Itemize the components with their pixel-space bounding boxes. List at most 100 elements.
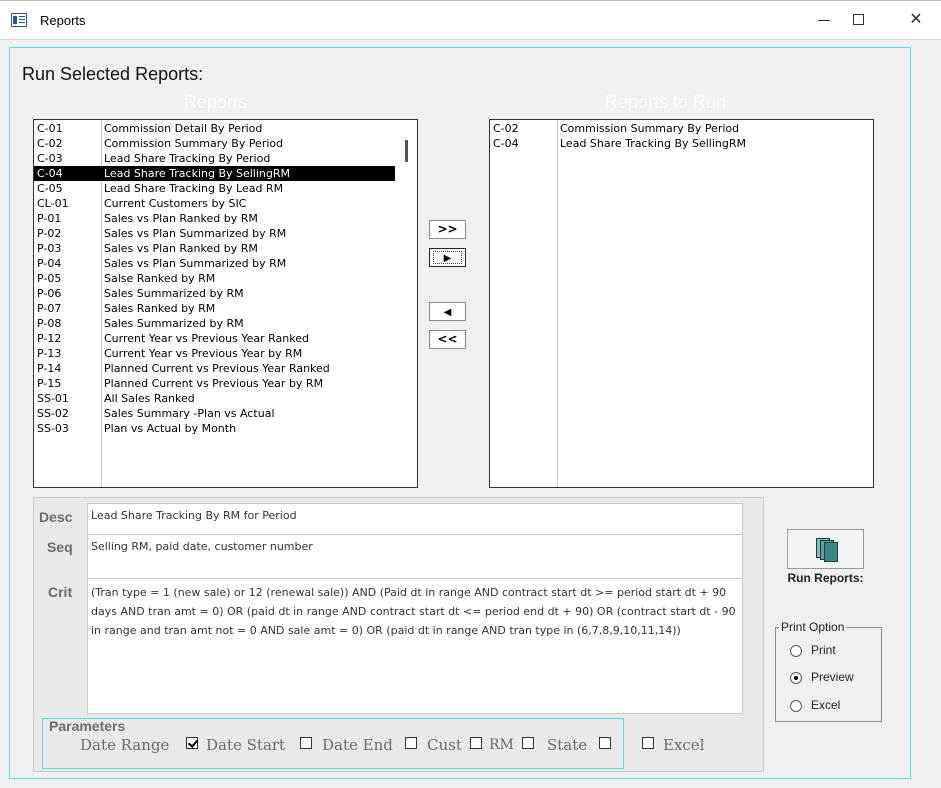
report-code: P-04 [37, 257, 62, 270]
state-checkbox[interactable] [599, 737, 611, 749]
run-reports-button[interactable] [787, 529, 864, 569]
list-item[interactable]: P-01 Sales vs Plan Ranked by RM [34, 211, 395, 226]
report-name: Planned Current vs Previous Year Ranked [104, 362, 330, 375]
reports-icon [816, 538, 840, 562]
list-item[interactable]: SS-02 Sales Summary -Plan vs Actual [34, 406, 395, 421]
report-code: P-12 [37, 332, 62, 345]
reports-to-run-column-title: Reports to Run [605, 92, 727, 112]
list-item[interactable]: P-05 Salse Ranked by RM [34, 271, 395, 286]
crit-value: (Tran type = 1 (new sale) or 12 (renewal… [91, 586, 736, 637]
list-item[interactable]: P-02 Sales vs Plan Summarized by RM [34, 226, 395, 241]
report-name: Sales Summary -Plan vs Actual [104, 407, 275, 420]
report-name: Sales Summarized by RM [104, 287, 244, 300]
list-item[interactable]: C-05 Lead Share Tracking By Lead RM [34, 181, 395, 196]
date-start-checkbox[interactable] [300, 737, 312, 749]
crit-field[interactable]: (Tran type = 1 (new sale) or 12 (renewal… [87, 578, 743, 714]
date-end-checkbox[interactable] [405, 737, 417, 749]
seq-field[interactable]: Selling RM, paid date, customer number [87, 534, 743, 579]
report-name: Sales Summarized by RM [104, 317, 244, 330]
report-code: SS-02 [37, 407, 69, 420]
remove-all-button[interactable]: << [429, 330, 466, 349]
list-item[interactable]: SS-03 Plan vs Actual by Month [34, 421, 395, 436]
rm-label: RM [489, 737, 514, 753]
scrollbar[interactable] [395, 120, 417, 487]
minimize-button[interactable] [813, 9, 837, 31]
report-name: Lead Share Tracking By Lead RM [104, 182, 284, 195]
date-range-label: Date Range [80, 736, 170, 754]
report-name: Plan vs Actual by Month [104, 422, 237, 435]
report-code: P-14 [37, 362, 62, 375]
report-code: C-02 [37, 137, 63, 150]
desc-label: Desc [39, 509, 73, 525]
state-label: State [547, 736, 588, 754]
reports-listbox[interactable]: C-01 Commission Detail By Period C-02 Commi… [33, 119, 418, 488]
add-selected-button[interactable]: ▶ [429, 248, 466, 267]
maximize-button[interactable] [848, 9, 872, 31]
list-item[interactable]: P-08 Sales Summarized by RM [34, 316, 395, 331]
excel-checkbox[interactable] [642, 737, 654, 749]
crit-label: Crit [48, 584, 73, 600]
list-item[interactable]: P-04 Sales vs Plan Summarized by RM [34, 256, 395, 271]
print-option-legend: Print Option [779, 620, 847, 634]
report-code: C-02 [493, 122, 519, 135]
date-range-checkbox[interactable] [186, 737, 198, 749]
print-radio-label: Print [811, 643, 836, 657]
window-title: Reports [40, 13, 86, 28]
list-item[interactable]: P-13 Current Year vs Previous Year by RM [34, 346, 395, 361]
cust-checkbox[interactable] [470, 737, 482, 749]
print-radio[interactable] [790, 645, 802, 657]
preview-radio-label: Preview [811, 670, 854, 684]
date-end-label: Date End [322, 736, 393, 754]
rm-checkbox[interactable] [522, 737, 534, 749]
list-item[interactable]: P-06 Sales Summarized by RM [34, 286, 395, 301]
list-item[interactable]: C-02 Commission Summary By Period [490, 121, 873, 136]
arrow-left-icon: ◀ [443, 307, 452, 318]
report-code: SS-01 [37, 392, 69, 405]
report-code: C-04 [493, 137, 519, 150]
preview-radio[interactable] [790, 672, 802, 684]
scrollbar-thumb[interactable] [405, 140, 408, 162]
report-code: P-13 [37, 347, 62, 360]
report-name: Commission Summary By Period [104, 137, 284, 150]
report-name: Current Year vs Previous Year Ranked [104, 332, 309, 345]
arrow-right-icon: ▶ [443, 253, 452, 264]
close-button[interactable]: ✕ [904, 9, 928, 31]
seq-value: Selling RM, paid date, customer number [91, 540, 313, 553]
list-item[interactable]: C-03 Lead Share Tracking By Period [34, 151, 395, 166]
report-code: C-03 [37, 152, 63, 165]
page-title: Run Selected Reports: [22, 64, 204, 84]
seq-label: Seq [47, 539, 73, 555]
reports-to-run-listbox[interactable]: C-02 Commission Summary By Period C-04 Lead… [489, 119, 874, 488]
excel-radio-label: Excel [811, 698, 841, 712]
report-code: C-01 [37, 122, 63, 135]
title-bar: Reports ✕ [0, 0, 941, 40]
list-item[interactable]: SS-01 All Sales Ranked [34, 391, 395, 406]
remove-selected-button[interactable]: ◀ [429, 302, 466, 321]
desc-value: Lead Share Tracking By RM for Period [91, 509, 297, 522]
add-all-button[interactable]: >> [429, 220, 466, 239]
report-name: Lead Share Tracking By SellingRM [560, 137, 747, 150]
list-item[interactable]: C-02 Commission Summary By Period [34, 136, 395, 151]
list-item[interactable]: P-12 Current Year vs Previous Year Ranked [34, 331, 395, 346]
run-reports-label: Run Reports: [787, 571, 864, 585]
report-code: P-06 [37, 287, 62, 300]
report-code: P-02 [37, 227, 62, 240]
list-item[interactable]: P-03 Sales vs Plan Ranked by RM [34, 241, 395, 256]
excel-radio[interactable] [790, 700, 802, 712]
list-item[interactable]: P-07 Sales Ranked by RM [34, 301, 395, 316]
report-code: CL-01 [37, 197, 69, 210]
report-code: SS-03 [37, 422, 69, 435]
list-item[interactable]: CL-01 Current Customers by SIC [34, 196, 395, 211]
list-item[interactable]: P-14 Planned Current vs Previous Year Ran… [34, 361, 395, 376]
desc-field[interactable]: Lead Share Tracking By RM for Period [87, 503, 743, 535]
list-item[interactable]: C-04 Lead Share Tracking By SellingRM [34, 166, 395, 181]
list-item[interactable]: C-04 Lead Share Tracking By SellingRM [490, 136, 873, 151]
excel-label: Excel [663, 736, 705, 754]
list-item[interactable]: P-15 Planned Current vs Previous Year by … [34, 376, 395, 391]
close-icon: ✕ [909, 11, 923, 28]
report-name: Lead Share Tracking By SellingRM [104, 167, 291, 180]
list-item[interactable]: C-01 Commission Detail By Period [34, 121, 395, 136]
report-code: P-05 [37, 272, 62, 285]
report-code: P-08 [37, 317, 62, 330]
column-divider [557, 120, 558, 487]
